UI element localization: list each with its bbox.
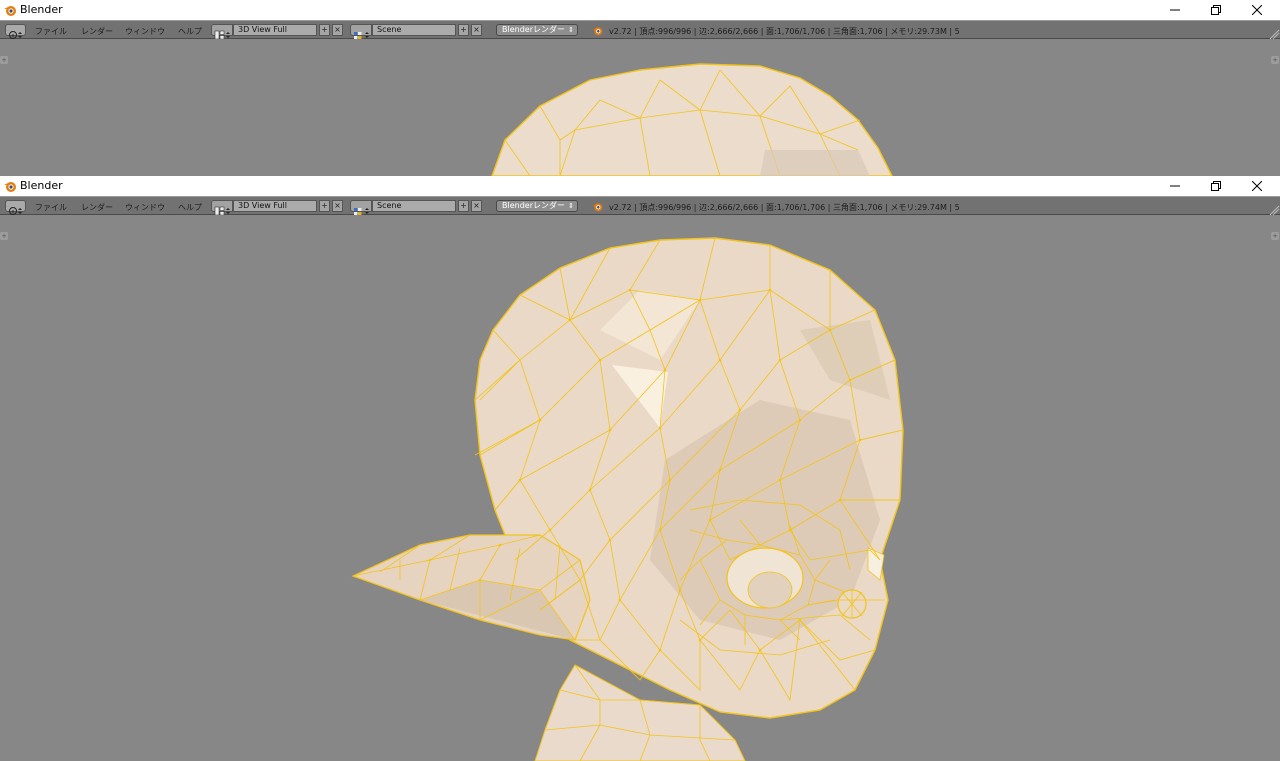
delete-layout-button[interactable]: ×	[332, 200, 343, 212]
delete-scene-button[interactable]: ×	[471, 200, 482, 212]
menu-render[interactable]: レンダー	[81, 26, 113, 37]
restore-button[interactable]	[1196, 0, 1236, 20]
scene-field[interactable]: Scene	[372, 24, 456, 36]
scene-field[interactable]: Scene	[372, 200, 456, 212]
minimize-icon	[1170, 9, 1180, 11]
add-layout-button[interactable]: +	[319, 200, 330, 212]
add-scene-button[interactable]: +	[458, 24, 469, 36]
3d-viewport[interactable]: + +	[0, 39, 1280, 176]
window-title: Blender	[20, 3, 63, 16]
close-icon	[1252, 5, 1262, 15]
scene-stats: v2.72 | 頂点:996/996 | 辺:2,666/2,666 | 面:1…	[609, 203, 960, 212]
add-layout-button[interactable]: +	[319, 24, 330, 36]
minimize-button[interactable]	[1155, 0, 1195, 20]
restore-icon	[1211, 181, 1221, 191]
info-header: ファイル レンダー ウィンドウ ヘルプ 3D View Full + × Sce…	[0, 196, 1280, 216]
menu-window[interactable]: ウィンドウ	[125, 202, 165, 213]
blender-window-back: Blender ファイル レンダー ウィンドウ ヘルプ 3D View Full…	[0, 0, 1280, 176]
scene-selector[interactable]	[350, 24, 372, 39]
close-button[interactable]	[1237, 0, 1277, 20]
menu-help[interactable]: ヘルプ	[178, 26, 202, 37]
window-title: Blender	[20, 179, 63, 192]
menu-render[interactable]: レンダー	[81, 202, 113, 213]
render-engine-dropdown[interactable]: Blenderレンダー ⇕	[496, 200, 578, 212]
dropdown-arrows-icon: ⇕	[568, 202, 574, 210]
blender-logo-icon	[4, 182, 16, 192]
restore-icon	[1211, 5, 1221, 15]
blender-logo-icon	[592, 203, 603, 212]
menu-file[interactable]: ファイル	[35, 26, 67, 37]
menu-file[interactable]: ファイル	[35, 202, 67, 213]
title-bar[interactable]: Blender	[0, 0, 1280, 20]
editor-type-button[interactable]	[5, 200, 26, 215]
menu-help[interactable]: ヘルプ	[178, 202, 202, 213]
close-button[interactable]	[1237, 176, 1277, 196]
screen-layout-field[interactable]: 3D View Full	[233, 24, 317, 36]
mesh-head-top	[491, 63, 893, 176]
close-icon	[1252, 181, 1262, 191]
minimize-icon	[1170, 185, 1180, 187]
mesh-head-model	[351, 237, 904, 761]
title-bar[interactable]: Blender	[0, 176, 1280, 196]
add-scene-button[interactable]: +	[458, 200, 469, 212]
minimize-button[interactable]	[1155, 176, 1195, 196]
area-split-grip-icon[interactable]	[1268, 197, 1280, 216]
screen-layout-selector[interactable]	[211, 200, 233, 216]
delete-scene-button[interactable]: ×	[471, 24, 482, 36]
scene-selector[interactable]	[350, 200, 372, 215]
render-engine-label: Blenderレンダー	[502, 201, 565, 210]
scene-stats: v2.72 | 頂点:996/996 | 辺:2,666/2,666 | 面:1…	[609, 27, 960, 36]
screen-layout-field[interactable]: 3D View Full	[233, 200, 317, 212]
screen-layout-selector[interactable]	[211, 24, 233, 40]
render-engine-dropdown[interactable]: Blenderレンダー ⇕	[496, 24, 578, 36]
blender-logo-icon	[592, 27, 603, 36]
editor-type-button[interactable]	[5, 24, 26, 39]
delete-layout-button[interactable]: ×	[332, 24, 343, 36]
info-header: ファイル レンダー ウィンドウ ヘルプ 3D View Full + × Sce…	[0, 20, 1280, 40]
restore-button[interactable]	[1196, 176, 1236, 196]
3d-viewport[interactable]: + +	[0, 215, 1280, 761]
menu-window[interactable]: ウィンドウ	[125, 26, 165, 37]
dropdown-arrows-icon: ⇕	[568, 26, 574, 34]
blender-window-front: Blender ファイル レンダー ウィンドウ ヘルプ 3D View Full…	[0, 176, 1280, 761]
render-engine-label: Blenderレンダー	[502, 25, 565, 34]
blender-logo-icon	[4, 6, 16, 16]
area-split-grip-icon[interactable]	[1268, 21, 1280, 40]
